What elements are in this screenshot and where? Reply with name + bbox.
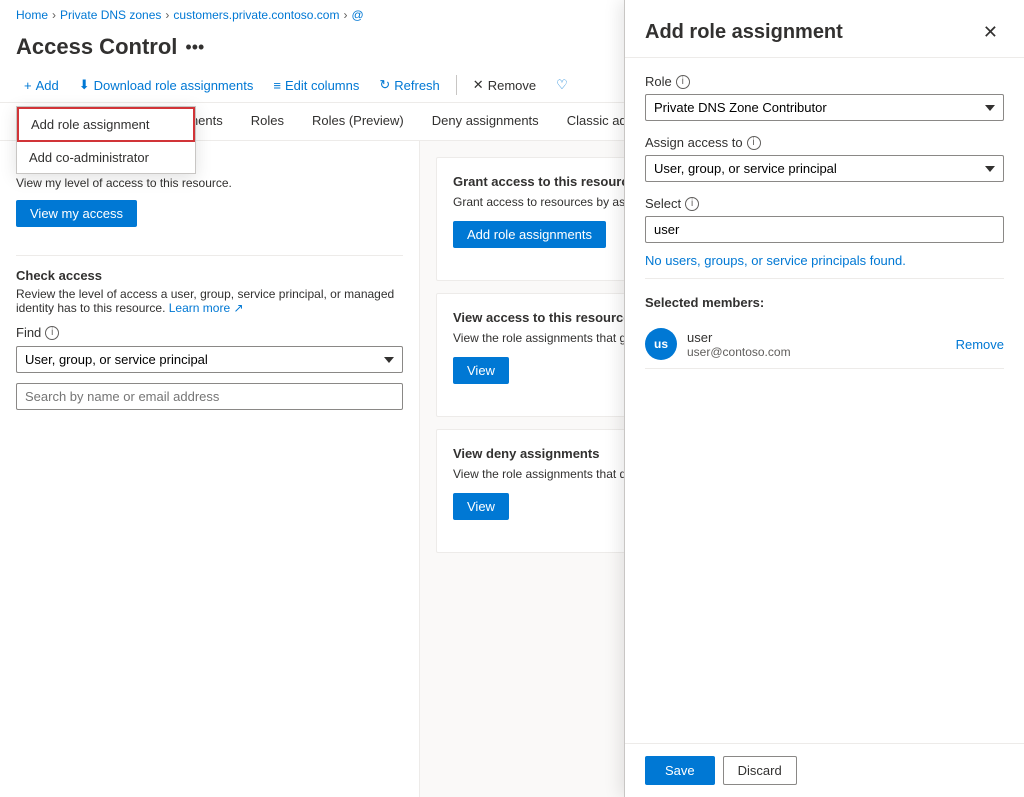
side-panel-footer: Save Discard — [625, 743, 1024, 797]
columns-icon: ≡ — [273, 78, 281, 93]
plus-icon: + — [24, 78, 32, 93]
role-label: Role i — [645, 74, 1004, 89]
member-item: us user user@contoso.com Remove — [645, 320, 1004, 369]
selected-members-label: Selected members: — [645, 295, 1004, 310]
member-remove-button[interactable]: Remove — [956, 337, 1004, 352]
add-role-assignment-menu-item[interactable]: Add role assignment — [17, 107, 195, 142]
view-deny-button[interactable]: View — [453, 493, 509, 520]
select-field: Select i No users, groups, or service pr… — [645, 196, 1004, 279]
member-info: user user@contoso.com — [687, 330, 946, 359]
favorite-button[interactable]: ♡ — [548, 72, 576, 98]
divider-1 — [16, 255, 403, 256]
download-icon: ⬇ — [79, 77, 90, 93]
toolbar-divider — [456, 75, 457, 95]
search-input[interactable] — [16, 383, 403, 410]
role-info-icon[interactable]: i — [676, 75, 690, 89]
role-field: Role i Private DNS Zone Contributor — [645, 74, 1004, 121]
breadcrumb-dns-name[interactable]: customers.private.contoso.com — [173, 8, 339, 22]
page-title: Access Control — [16, 34, 177, 60]
tab-deny-assignments[interactable]: Deny assignments — [418, 103, 553, 140]
save-button[interactable]: Save — [645, 756, 715, 785]
edit-columns-button[interactable]: ≡ Edit columns — [265, 73, 367, 98]
download-label: Download role assignments — [94, 78, 254, 93]
remove-label: Remove — [488, 78, 536, 93]
heart-icon: ♡ — [556, 77, 568, 93]
breadcrumb-sep-1: › — [52, 8, 56, 22]
learn-more-link[interactable]: Learn more ↗ — [169, 301, 244, 315]
remove-button[interactable]: ✕ Remove — [465, 72, 544, 98]
find-type-select[interactable]: User, group, or service principal — [16, 346, 403, 373]
tab-roles-preview[interactable]: Roles (Preview) — [298, 103, 418, 140]
member-name: user — [687, 330, 946, 345]
breadcrumb-at[interactable]: @ — [351, 8, 363, 22]
member-email: user@contoso.com — [687, 345, 946, 359]
add-dropdown-menu: Add role assignment Add co-administrator — [16, 106, 196, 174]
main-area: Home › Private DNS zones › customers.pri… — [0, 0, 1024, 797]
assign-access-label: Assign access to i — [645, 135, 1004, 150]
view-access-button[interactable]: View — [453, 357, 509, 384]
more-options-icon[interactable]: ••• — [185, 37, 204, 58]
side-panel-body: Role i Private DNS Zone Contributor Assi… — [625, 58, 1024, 743]
find-info-icon[interactable]: i — [45, 326, 59, 340]
select-label: Select i — [645, 196, 1004, 211]
discard-button[interactable]: Discard — [723, 756, 797, 785]
side-panel: Add role assignment ✕ Role i Private DNS… — [624, 0, 1024, 797]
left-panel: My access View my level of access to thi… — [0, 141, 420, 797]
refresh-label: Refresh — [394, 78, 440, 93]
role-select[interactable]: Private DNS Zone Contributor — [645, 94, 1004, 121]
refresh-icon: ↻ — [379, 77, 390, 93]
side-panel-title: Add role assignment — [645, 21, 843, 44]
refresh-button[interactable]: ↻ Refresh — [371, 72, 447, 98]
member-avatar: us — [645, 328, 677, 360]
check-access-desc: Review the level of access a user, group… — [16, 287, 403, 315]
remove-icon: ✕ — [473, 77, 484, 93]
select-input[interactable] — [645, 216, 1004, 243]
assign-access-info-icon[interactable]: i — [747, 136, 761, 150]
select-info-icon[interactable]: i — [685, 197, 699, 211]
no-results-message: No users, groups, or service principals … — [645, 243, 1004, 279]
edit-columns-label: Edit columns — [285, 78, 359, 93]
my-access-desc: View my level of access to this resource… — [16, 176, 403, 190]
tab-roles[interactable]: Roles — [237, 103, 298, 140]
find-label: Find i — [16, 325, 403, 340]
assign-access-select[interactable]: User, group, or service principal — [645, 155, 1004, 182]
breadcrumb-dns-zones[interactable]: Private DNS zones — [60, 8, 161, 22]
side-panel-header: Add role assignment ✕ — [625, 0, 1024, 58]
add-co-administrator-menu-item[interactable]: Add co-administrator — [17, 142, 195, 173]
add-role-assignments-button[interactable]: Add role assignments — [453, 221, 606, 248]
breadcrumb-home[interactable]: Home — [16, 8, 48, 22]
breadcrumb-sep-3: › — [343, 8, 347, 22]
assign-access-field: Assign access to i User, group, or servi… — [645, 135, 1004, 182]
breadcrumb-sep-2: › — [165, 8, 169, 22]
add-button[interactable]: + Add — [16, 73, 67, 98]
check-access-title: Check access — [16, 268, 403, 283]
view-my-access-button[interactable]: View my access — [16, 200, 137, 227]
close-button[interactable]: ✕ — [977, 20, 1004, 45]
add-label: Add — [36, 78, 59, 93]
download-button[interactable]: ⬇ Download role assignments — [71, 72, 262, 98]
